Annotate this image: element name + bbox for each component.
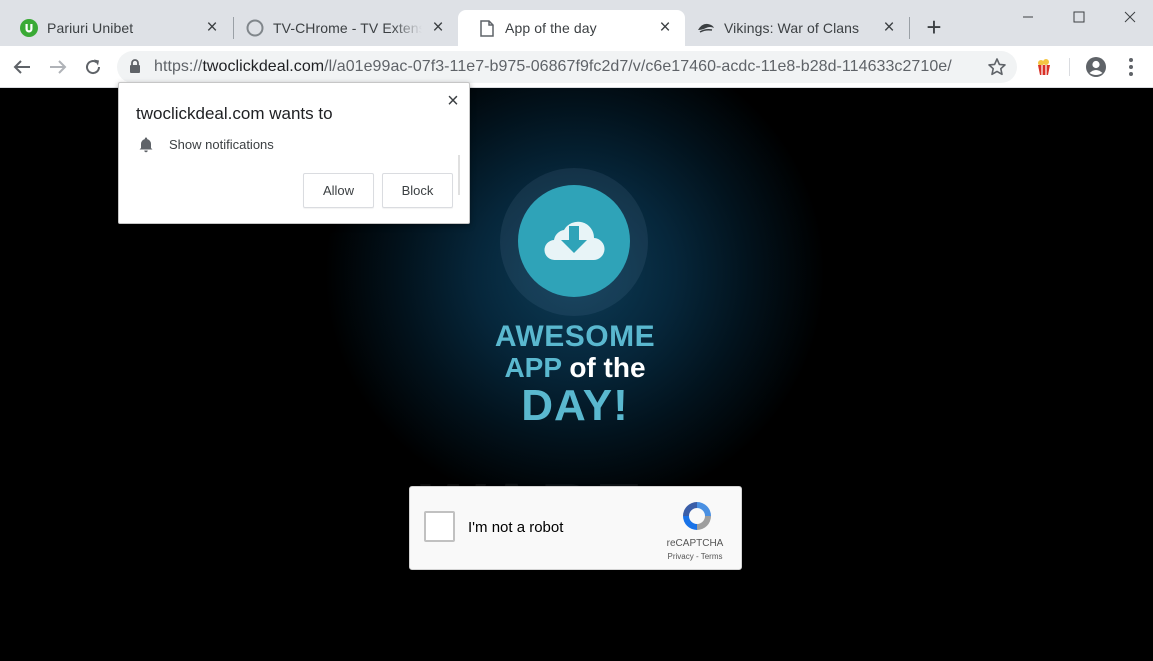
headline-app: APP [504, 352, 562, 383]
headline-of-the: of the [569, 352, 646, 383]
url-path: /l/a01e99ac-07f3-11e7-b975-06867f9fc2d7/… [324, 58, 952, 75]
document-icon [478, 19, 496, 37]
tab-title: Pariuri Unibet [47, 20, 134, 36]
recaptcha-label: I'm not a robot [468, 519, 564, 536]
recaptcha-brand: reCAPTCHA [666, 538, 724, 549]
tab-strip: Pariuri Unibet × TV-CHrome - TV Extensio… [0, 0, 1153, 46]
close-icon[interactable]: × [202, 18, 222, 38]
tab-pariuri-unibet[interactable]: Pariuri Unibet × [0, 10, 232, 46]
recaptcha-logo-icon [680, 499, 714, 538]
toolbar-divider [1069, 58, 1070, 76]
reload-button[interactable] [80, 54, 106, 80]
cloud-download-icon [518, 185, 630, 297]
lock-icon [129, 59, 141, 79]
url-text: https://twoclickdeal.com/l/a01e99ac-07f3… [154, 58, 952, 76]
new-tab-button[interactable]: + [922, 14, 946, 40]
tab-tv-chrome[interactable]: TV-CHrome - TV Extension × [226, 10, 458, 46]
unibet-icon [20, 19, 38, 37]
allow-button[interactable]: Allow [303, 173, 374, 208]
tab-title: TV-CHrome - TV Extension [273, 20, 422, 36]
popcorn-extension-icon[interactable] [1036, 58, 1052, 81]
bookmark-star-icon[interactable] [987, 57, 1007, 82]
circle-icon [246, 19, 264, 37]
bell-icon [138, 136, 154, 158]
block-button[interactable]: Block [382, 173, 453, 208]
address-bar[interactable]: https://twoclickdeal.com/l/a01e99ac-07f3… [117, 51, 1017, 83]
maximize-button[interactable] [1056, 4, 1102, 30]
tab-divider [909, 17, 910, 39]
close-window-button[interactable] [1107, 4, 1153, 30]
headline-awesome: AWESOME [494, 320, 656, 353]
menu-kebab-icon[interactable] [1123, 57, 1139, 82]
recaptcha-checkbox[interactable] [424, 511, 455, 542]
vikings-icon [697, 19, 715, 37]
permission-title: twoclickdeal.com wants to [136, 104, 333, 123]
scrollbar [458, 155, 460, 195]
recaptcha-privacy-terms[interactable]: Privacy - Terms [650, 552, 740, 561]
close-icon[interactable]: × [428, 18, 448, 38]
headline-app-of-the: APP of the [460, 352, 690, 384]
url-scheme: https:// [154, 58, 203, 75]
forward-button[interactable] [45, 54, 71, 80]
url-host: twoclickdeal.com [202, 58, 325, 75]
permission-item: Show notifications [169, 137, 274, 152]
close-icon[interactable]: × [879, 18, 899, 38]
close-icon[interactable]: × [443, 91, 463, 111]
notification-permission-dialog: twoclickdeal.com wants to × Show notific… [118, 82, 470, 224]
headline-day: DAY! [521, 381, 629, 430]
close-icon[interactable]: × [655, 18, 675, 38]
tab-title: Vikings: War of Clans [724, 20, 860, 36]
profile-avatar-icon[interactable] [1085, 56, 1107, 83]
minimize-button[interactable] [1005, 4, 1051, 30]
recaptcha-widget: I'm not a robot reCAPTCHA Privacy - Term… [409, 486, 742, 570]
tab-app-of-the-day[interactable]: App of the day × [458, 10, 685, 46]
tab-title: App of the day [505, 20, 597, 36]
back-button[interactable] [9, 54, 35, 80]
tab-vikings[interactable]: Vikings: War of Clans × [677, 10, 909, 46]
